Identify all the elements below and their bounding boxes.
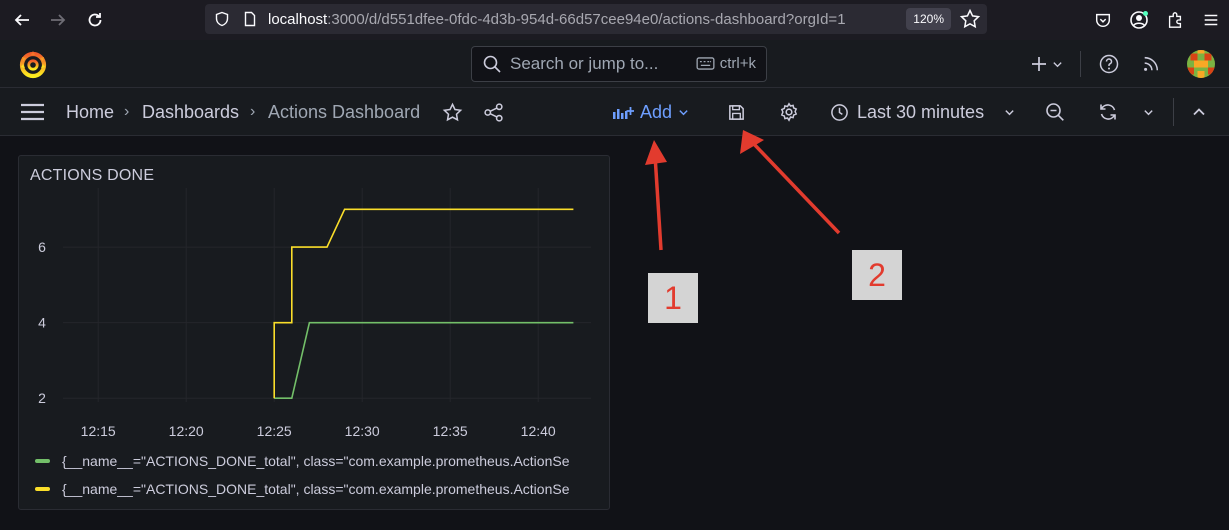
x-tick-label: 12:30 <box>345 423 380 439</box>
breadcrumb-separator: › <box>124 103 130 120</box>
shield-icon <box>215 11 229 27</box>
breadcrumb-separator: › <box>250 103 256 120</box>
breadcrumb-dashboards[interactable]: Dashboards <box>142 102 239 123</box>
search-input[interactable]: Search or jump to... ctrl+k <box>471 46 767 82</box>
y-tick-label: 2 <box>38 390 46 406</box>
add-panel-icon <box>613 107 634 119</box>
puzzle-icon <box>1168 12 1182 28</box>
url-path: :3000/d/d551dfee-0fdc-4d3b-954d-66d57cee… <box>327 10 846 28</box>
series-line-1 <box>274 321 574 399</box>
arrow-left-icon <box>14 14 29 26</box>
annotation-label-1: 1 <box>648 273 698 323</box>
annotation-arrow-2 <box>750 140 841 235</box>
zoom-badge[interactable]: 120% <box>906 8 951 30</box>
grafana-topbar: Search or jump to... ctrl+k <box>0 40 1229 88</box>
y-tick-label: 6 <box>38 239 46 255</box>
time-series-chart: 12:15 12:20 12:25 12:30 12:35 12:40 2 4 6 <box>38 188 591 439</box>
legend-swatch-green <box>35 459 50 463</box>
x-tick-label: 12:35 <box>433 423 468 439</box>
address-bar[interactable]: localhost:3000/d/d551dfee-0fdc-4d3b-954d… <box>205 4 987 34</box>
y-tick-label: 4 <box>38 315 46 331</box>
forward-button[interactable] <box>40 2 76 38</box>
url-text: localhost:3000/d/d551dfee-0fdc-4d3b-954d… <box>268 11 846 28</box>
back-button[interactable] <box>4 2 40 38</box>
grafana-logo-icon[interactable] <box>18 49 48 79</box>
avatar[interactable] <box>1187 50 1215 78</box>
favorite-button[interactable] <box>440 100 464 124</box>
annotation-label-2: 2 <box>852 250 902 300</box>
refresh-interval-button[interactable] <box>1136 100 1160 124</box>
zoom-out-icon <box>1046 103 1064 121</box>
new-button[interactable] <box>1022 40 1070 88</box>
legend-item[interactable]: {__name__="ACTIONS_DONE_total", class="c… <box>35 479 601 499</box>
help-button[interactable] <box>1091 40 1127 88</box>
time-range-picker[interactable]: Last 30 minutes <box>830 100 1015 124</box>
refresh-icon <box>1100 104 1116 120</box>
share-icon <box>483 102 503 122</box>
news-button[interactable] <box>1127 40 1175 88</box>
keyboard-icon <box>696 57 715 70</box>
x-tick-label: 12:40 <box>521 423 556 439</box>
legend-label: {__name__="ACTIONS_DONE_total", class="c… <box>62 481 570 497</box>
chevron-down-icon <box>679 109 688 115</box>
topbar-right <box>1022 40 1229 88</box>
chevron-down-icon <box>1143 109 1153 115</box>
save-dashboard-button[interactable] <box>724 100 748 124</box>
reload-icon <box>88 13 102 27</box>
collapse-button[interactable] <box>1187 100 1211 124</box>
chevron-up-icon <box>1193 108 1205 116</box>
extensions-button[interactable] <box>1157 2 1193 38</box>
url-host: localhost <box>268 10 328 28</box>
account-icon <box>1130 11 1148 29</box>
browser-toolbar: localhost:3000/d/d551dfee-0fdc-4d3b-954d… <box>0 0 1229 40</box>
legend-swatch-yellow <box>35 487 50 491</box>
add-label: Add <box>640 101 673 122</box>
star-icon <box>442 102 462 121</box>
annotation-arrow-1 <box>653 154 663 251</box>
hamburger-menu-icon[interactable] <box>20 102 45 122</box>
add-button[interactable]: Add <box>612 100 689 124</box>
browser-menu-button[interactable] <box>1193 2 1229 38</box>
reload-button[interactable] <box>77 2 113 38</box>
time-range-label: Last 30 minutes <box>857 101 985 122</box>
breadcrumb-current: Actions Dashboard <box>268 102 421 122</box>
clock-icon <box>831 103 848 121</box>
legend-item[interactable]: {__name__="ACTIONS_DONE_total", class="c… <box>35 451 601 471</box>
series-line-2 <box>273 208 574 399</box>
x-tick-label: 12:15 <box>81 423 116 439</box>
zoom-out-button[interactable] <box>1043 100 1067 124</box>
search-shortcut: ctrl+k <box>696 55 756 72</box>
topbar-divider <box>1080 51 1081 77</box>
account-button[interactable] <box>1121 2 1157 38</box>
bookmark-star-icon[interactable] <box>959 8 981 30</box>
pocket-button[interactable] <box>1085 2 1121 38</box>
x-tick-label: 12:20 <box>169 423 204 439</box>
navbar-divider <box>1173 98 1174 126</box>
plus-icon <box>1031 57 1046 71</box>
share-button[interactable] <box>481 100 505 124</box>
page-icon <box>244 11 256 27</box>
user-avatar-icon <box>1187 50 1215 78</box>
actions-done-panel[interactable]: ACTIONS DONE 12:15 12:20 12:25 12:30 12:35 12… <box>18 155 610 510</box>
shortcut-label: ctrl+k <box>719 55 756 72</box>
breadcrumb-home[interactable]: Home <box>66 102 114 123</box>
help-icon <box>1099 54 1119 74</box>
arrow-right-icon <box>51 14 66 26</box>
dashboard-navbar: Home › Dashboards › Actions Dashboard Ad… <box>0 88 1229 136</box>
menu-icon <box>1204 14 1218 26</box>
chevron-down-icon <box>1052 61 1062 67</box>
search-placeholder: Search or jump to... <box>510 54 659 73</box>
x-tick-label: 12:25 <box>257 423 292 439</box>
gear-icon <box>780 102 798 122</box>
annotation-arrowhead-1 <box>645 140 667 165</box>
search-icon <box>483 55 501 73</box>
browser-right-icons <box>1085 0 1229 40</box>
save-icon <box>728 104 744 120</box>
chevron-down-icon <box>1005 109 1014 115</box>
rss-icon <box>1144 56 1159 71</box>
pocket-icon <box>1095 13 1111 28</box>
refresh-button[interactable] <box>1096 100 1120 124</box>
settings-button[interactable] <box>777 100 801 124</box>
legend-label: {__name__="ACTIONS_DONE_total", class="c… <box>62 453 570 469</box>
